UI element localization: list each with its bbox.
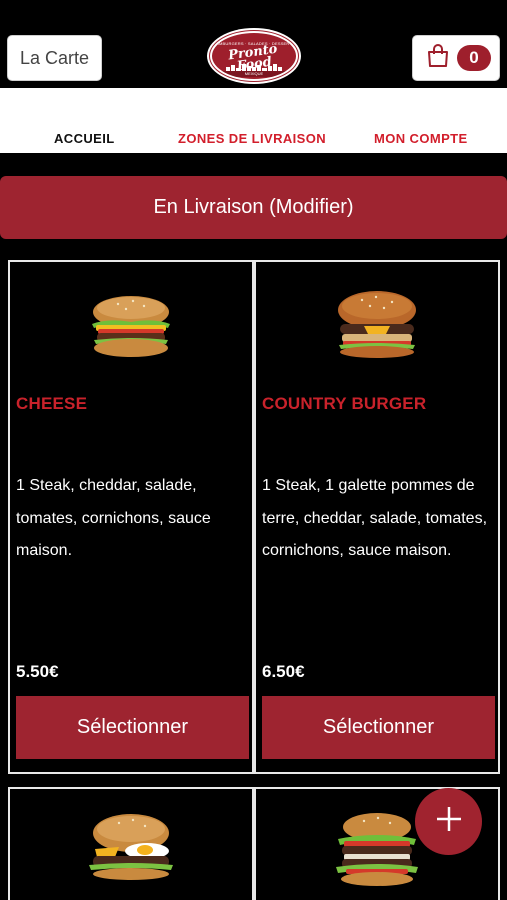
shopping-bag-icon [427,43,449,73]
logo-badge: HAMBURGERS · SALADES · DESSERTS Pronto F… [209,30,299,82]
select-button-label: Sélectionner [76,716,189,738]
burger-image [332,809,422,894]
select-button-label: Sélectionner [322,716,435,738]
menu-button[interactable]: La Carte [7,35,102,81]
logo[interactable]: HAMBURGERS · SALADES · DESSERTS Pronto F… [207,28,301,84]
product-description: 1 Steak, 1 galette pommes de terre, ched… [262,477,488,559]
main-nav: ACCUEIL ZONES DE LIVRAISON MON COMPTE [0,88,507,153]
logo-skyline [226,64,283,71]
product-card [8,787,254,900]
product-name: COUNTRY BURGER [262,394,427,413]
top-bar: La Carte HAMBURGERS · SALADES · DESSERTS… [0,0,507,88]
delivery-mode-label: En Livraison (Modifier) [153,196,354,218]
nav-item-delivery-zones[interactable]: ZONES DE LIVRAISON [178,131,326,146]
delivery-mode-button[interactable]: En Livraison (Modifier) [0,176,507,239]
product-name: CHEESE [16,394,88,413]
add-button[interactable] [415,788,482,855]
cart-count-badge: 0 [457,45,491,71]
nav-item-home[interactable]: ACCUEIL [54,131,115,146]
product-card: COUNTRY BURGER 1 Steak, 1 galette pommes… [254,260,500,774]
product-price: 5.50€ [16,662,59,681]
select-button[interactable]: Sélectionner [16,696,249,759]
menu-button-label: La Carte [19,47,90,68]
burger-image [88,292,174,363]
product-price: 6.50€ [262,662,305,681]
nav-item-account[interactable]: MON COMPTE [374,131,468,146]
logo-place: MEXIQUE [212,71,296,77]
burger-image [334,290,420,363]
plus-icon [434,804,464,839]
select-button[interactable]: Sélectionner [262,696,495,759]
cart-button[interactable]: 0 [412,35,500,81]
product-card: CHEESE 1 Steak, cheddar, salade, tomates… [8,260,254,774]
product-description: 1 Steak, cheddar, salade, tomates, corni… [16,477,211,559]
burger-image [85,811,177,886]
